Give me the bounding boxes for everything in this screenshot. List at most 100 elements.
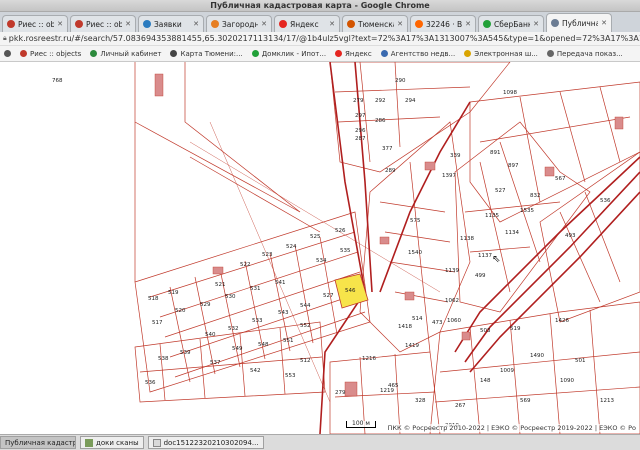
parcel-label: 501 bbox=[575, 358, 586, 364]
bookmark-label: Агентство недв... bbox=[390, 49, 456, 58]
parcel-label: 536 bbox=[600, 198, 611, 204]
parcel-label: 569 bbox=[520, 398, 531, 404]
tab-3[interactable]: Загородная н✕ bbox=[206, 15, 272, 32]
parcel-label: 531 bbox=[250, 286, 261, 292]
bookmark-label: Передача показ... bbox=[556, 49, 623, 58]
map-canvas[interactable]: 768 290 294 292 279 286 377 297 296 287 … bbox=[0, 62, 640, 434]
taskbar-label: доки сканы bbox=[96, 438, 139, 447]
bookmark-1[interactable]: Личный кабинет bbox=[90, 50, 161, 58]
scale-bar: 100 м bbox=[346, 421, 376, 428]
parcel-label: 526 bbox=[335, 228, 346, 234]
parcel-label: 891 bbox=[490, 150, 501, 156]
tab-4[interactable]: Яндекс ✕ bbox=[274, 15, 340, 32]
parcel-label: 1490 bbox=[530, 353, 544, 359]
favicon-icon bbox=[7, 20, 15, 28]
parcel-label: 575 bbox=[410, 218, 421, 224]
parcel-label: 1535 bbox=[520, 208, 534, 214]
tab-5[interactable]: Тюменская у✕ bbox=[342, 15, 408, 32]
bookmark-2[interactable]: Карта Тюмени:... bbox=[170, 49, 243, 58]
parcel-label: 527 bbox=[495, 188, 506, 194]
parcel-label: 553 bbox=[285, 373, 296, 379]
parcel-label: 1397 bbox=[442, 173, 456, 179]
tab-1[interactable]: Риес :: object✕ bbox=[70, 15, 136, 32]
parcel-label: 1060 bbox=[447, 318, 461, 324]
parcel-label: 1090 bbox=[560, 378, 574, 384]
parcel-label: 517 bbox=[152, 320, 163, 326]
parcel-label: 1098 bbox=[503, 90, 517, 96]
bookmark-3[interactable]: Домклик - Ипот... bbox=[251, 50, 326, 58]
tab-7[interactable]: СберБанк —✕ bbox=[478, 15, 544, 32]
close-icon[interactable]: ✕ bbox=[329, 20, 335, 28]
parcel-label: 567 bbox=[555, 176, 566, 182]
apps-icon[interactable] bbox=[4, 50, 11, 57]
bookmark-7[interactable]: Передача показ... bbox=[546, 49, 623, 58]
tab-6[interactable]: 32246 · Ви✕ bbox=[410, 15, 476, 32]
favicon-icon bbox=[347, 20, 355, 28]
close-icon[interactable]: ✕ bbox=[465, 20, 471, 28]
tab-8[interactable]: Публичная к✕ bbox=[546, 13, 612, 32]
parcel-label: 1540 bbox=[408, 250, 422, 256]
map-copyright: ПКК © Росреестр 2010-2022 | ЕЭКО © Росре… bbox=[385, 424, 638, 432]
address-bar[interactable]: 🔒︎ pkk.rosreestr.ru/#/search/57.08369435… bbox=[0, 32, 640, 46]
parcel-label: 512 bbox=[300, 358, 311, 364]
favicon-icon bbox=[415, 20, 423, 28]
parcel-label: 287 bbox=[355, 136, 366, 142]
favicon-icon bbox=[483, 20, 491, 28]
bookmark-0[interactable]: Риес :: objects bbox=[20, 50, 81, 58]
parcel-label: 1426 bbox=[555, 318, 569, 324]
close-icon[interactable]: ✕ bbox=[533, 20, 539, 28]
close-icon[interactable]: ✕ bbox=[601, 19, 607, 27]
parcel-label: 465 bbox=[388, 383, 399, 389]
parcel-label: 533 bbox=[252, 318, 263, 324]
close-icon[interactable]: ✕ bbox=[397, 20, 403, 28]
parcel-label: 514 bbox=[412, 316, 423, 322]
bookmark-icon bbox=[464, 50, 472, 57]
taskbar-item-folder[interactable]: доки сканы bbox=[80, 436, 144, 449]
tab-0[interactable]: Риес :: object✕ bbox=[2, 15, 68, 32]
bookmark-icon bbox=[380, 50, 388, 57]
parcel-label: 522 bbox=[240, 262, 251, 268]
tab-label: Публичная к bbox=[562, 18, 598, 28]
taskbar-item-browser[interactable]: Публичная кадастровая ... bbox=[0, 436, 76, 449]
cadastral-map[interactable]: 768 290 294 292 279 286 377 297 296 287 … bbox=[0, 62, 640, 434]
parcel-label: 1419 bbox=[405, 343, 419, 349]
close-icon[interactable]: ✕ bbox=[57, 20, 63, 28]
favicon-icon bbox=[211, 20, 219, 28]
bookmark-label: Личный кабинет bbox=[100, 49, 162, 58]
close-icon[interactable]: ✕ bbox=[261, 20, 267, 28]
parcel-label: 527 bbox=[323, 293, 334, 299]
parcel-label: 294 bbox=[405, 98, 416, 104]
parcel-label: 768 bbox=[52, 78, 63, 84]
url-text[interactable]: pkk.rosreestr.ru/#/search/57.08369435388… bbox=[9, 34, 640, 43]
bookmark-4[interactable]: Яндекс bbox=[335, 50, 372, 58]
bookmark-5[interactable]: Агентство недв... bbox=[380, 49, 456, 58]
tab-label: Заявки bbox=[154, 19, 182, 29]
parcel-label: 1216 bbox=[362, 356, 376, 362]
parcel-label: 1135 bbox=[485, 213, 499, 219]
bookmark-icon bbox=[170, 50, 178, 57]
parcel-label: 499 bbox=[475, 273, 486, 279]
parcel-label: 1134 bbox=[505, 230, 519, 236]
bookmark-label: Карта Тюмени:... bbox=[180, 49, 243, 58]
parcel-label: 519 bbox=[168, 290, 179, 296]
parcel-label: 529 bbox=[200, 302, 211, 308]
parcel-label: 523 bbox=[262, 252, 273, 258]
parcel-label: 532 bbox=[228, 326, 239, 332]
parcel-label: 542 bbox=[250, 368, 261, 374]
close-icon[interactable]: ✕ bbox=[193, 20, 199, 28]
parcel-label: 1213 bbox=[600, 398, 614, 404]
lock-icon: 🔒︎ bbox=[3, 34, 7, 42]
folder-icon bbox=[85, 438, 93, 447]
bookmark-label: Электронная ш... bbox=[474, 49, 538, 58]
parcel-label: 541 bbox=[275, 280, 286, 286]
close-icon[interactable]: ✕ bbox=[125, 20, 131, 28]
parcel-label: 286 bbox=[375, 118, 386, 124]
taskbar-item-document[interactable]: doc15122320210302094... bbox=[147, 436, 264, 449]
parcel-label: 537 bbox=[210, 360, 221, 366]
favicon-icon bbox=[551, 19, 559, 27]
bookmark-6[interactable]: Электронная ш... bbox=[464, 50, 538, 58]
tab-2[interactable]: Заявки ✕ bbox=[138, 15, 204, 32]
taskbar: Публичная кадастровая ... доки сканы doc… bbox=[0, 434, 640, 450]
parcel-label-selected: 546 bbox=[345, 288, 356, 294]
bookmark-icon bbox=[546, 50, 554, 57]
